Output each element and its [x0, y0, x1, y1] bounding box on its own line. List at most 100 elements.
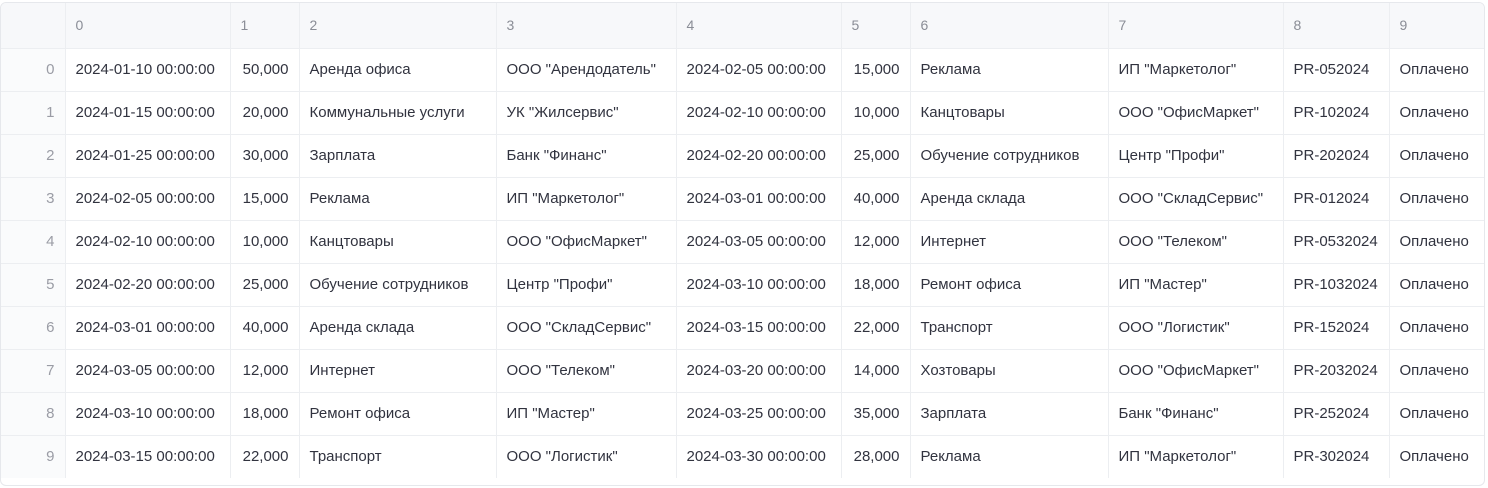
table-cell[interactable]: ООО "Арендодатель": [496, 48, 677, 92]
table-cell[interactable]: 12,000: [230, 349, 300, 393]
table-cell[interactable]: Канцтовары: [299, 220, 497, 264]
table-cell[interactable]: Оплачено: [1389, 220, 1484, 264]
table-cell[interactable]: ИП "Маркетолог": [1108, 48, 1284, 92]
table-cell[interactable]: 10,000: [230, 220, 300, 264]
table-cell[interactable]: PR-252024: [1283, 392, 1390, 436]
table-cell[interactable]: Аренда офиса: [299, 48, 497, 92]
table-cell[interactable]: 25,000: [841, 134, 911, 178]
table-cell[interactable]: 10,000: [841, 91, 911, 135]
table-cell[interactable]: Оплачено: [1389, 134, 1484, 178]
table-cell[interactable]: PR-1032024: [1283, 263, 1390, 307]
table-cell[interactable]: 2024-03-25 00:00:00: [676, 392, 842, 436]
table-cell[interactable]: 2024-03-10 00:00:00: [65, 392, 231, 436]
table-cell[interactable]: ООО "СкладСервис": [496, 306, 677, 350]
table-cell[interactable]: ООО "Телеком": [1108, 220, 1284, 264]
table-cell[interactable]: 2024-03-05 00:00:00: [65, 349, 231, 393]
table-cell[interactable]: 2024-02-05 00:00:00: [676, 48, 842, 92]
table-cell[interactable]: ИП "Маркетолог": [1108, 435, 1284, 478]
table-cell[interactable]: Интернет: [299, 349, 497, 393]
table-cell[interactable]: 40,000: [230, 306, 300, 350]
table-cell[interactable]: ИП "Мастер": [496, 392, 677, 436]
table-cell[interactable]: 18,000: [230, 392, 300, 436]
table-cell[interactable]: Оплачено: [1389, 306, 1484, 350]
table-cell[interactable]: 2024-02-10 00:00:00: [676, 91, 842, 135]
table-cell[interactable]: Оплачено: [1389, 177, 1484, 221]
table-cell[interactable]: 22,000: [841, 306, 911, 350]
table-cell[interactable]: PR-0532024: [1283, 220, 1390, 264]
column-header[interactable]: 1: [230, 3, 300, 49]
table-cell[interactable]: Реклама: [910, 435, 1109, 478]
table-cell[interactable]: 2024-02-20 00:00:00: [65, 263, 231, 307]
table-cell[interactable]: Транспорт: [910, 306, 1109, 350]
table-cell[interactable]: Банк "Финанс": [496, 134, 677, 178]
table-cell[interactable]: 15,000: [230, 177, 300, 221]
table-cell[interactable]: PR-202024: [1283, 134, 1390, 178]
table-cell[interactable]: 2024-02-10 00:00:00: [65, 220, 231, 264]
dataframe-grid[interactable]: 0 1 2 3 4 5 6 7 8 9 0 2024-01-10 00:00:00…: [0, 2, 1485, 486]
table-cell[interactable]: 2024-03-15 00:00:00: [676, 306, 842, 350]
table-cell[interactable]: 2024-02-20 00:00:00: [676, 134, 842, 178]
table-cell[interactable]: Коммунальные услуги: [299, 91, 497, 135]
table-cell[interactable]: Центр "Профи": [496, 263, 677, 307]
table-cell[interactable]: ООО "Телеком": [496, 349, 677, 393]
table-cell[interactable]: PR-2032024: [1283, 349, 1390, 393]
table-cell[interactable]: 35,000: [841, 392, 911, 436]
table-cell[interactable]: 14,000: [841, 349, 911, 393]
table-cell[interactable]: ООО "СкладСервис": [1108, 177, 1284, 221]
table-cell[interactable]: 2024-03-20 00:00:00: [676, 349, 842, 393]
table-cell[interactable]: Реклама: [299, 177, 497, 221]
column-header[interactable]: 3: [496, 3, 677, 49]
table-cell[interactable]: ИП "Мастер": [1108, 263, 1284, 307]
table-cell[interactable]: 40,000: [841, 177, 911, 221]
table-cell[interactable]: ИП "Маркетолог": [496, 177, 677, 221]
column-header[interactable]: 9: [1389, 3, 1484, 49]
table-cell[interactable]: Оплачено: [1389, 91, 1484, 135]
table-cell[interactable]: 2024-03-10 00:00:00: [676, 263, 842, 307]
table-cell[interactable]: Транспорт: [299, 435, 497, 478]
table-cell[interactable]: 50,000: [230, 48, 300, 92]
table-cell[interactable]: 28,000: [841, 435, 911, 478]
table-cell[interactable]: Ремонт офиса: [910, 263, 1109, 307]
table-cell[interactable]: ООО "Логистик": [1108, 306, 1284, 350]
table-cell[interactable]: Ремонт офиса: [299, 392, 497, 436]
column-header[interactable]: 0: [65, 3, 231, 49]
table-cell[interactable]: 15,000: [841, 48, 911, 92]
table-cell[interactable]: 2024-03-15 00:00:00: [65, 435, 231, 478]
table-cell[interactable]: 2024-01-25 00:00:00: [65, 134, 231, 178]
table-cell[interactable]: Аренда склада: [910, 177, 1109, 221]
table-cell[interactable]: PR-152024: [1283, 306, 1390, 350]
table-cell[interactable]: Аренда склада: [299, 306, 497, 350]
table-cell[interactable]: PR-052024: [1283, 48, 1390, 92]
table-cell[interactable]: Оплачено: [1389, 392, 1484, 436]
table-cell[interactable]: Канцтовары: [910, 91, 1109, 135]
table-cell[interactable]: УК "Жилсервис": [496, 91, 677, 135]
table-cell[interactable]: Банк "Финанс": [1108, 392, 1284, 436]
column-header[interactable]: 4: [676, 3, 842, 49]
table-cell[interactable]: Зарплата: [299, 134, 497, 178]
table-cell[interactable]: Оплачено: [1389, 435, 1484, 478]
table-cell[interactable]: ООО "Логистик": [496, 435, 677, 478]
column-header[interactable]: 8: [1283, 3, 1390, 49]
table-cell[interactable]: 2024-01-15 00:00:00: [65, 91, 231, 135]
table-cell[interactable]: Хозтовары: [910, 349, 1109, 393]
column-header[interactable]: 6: [910, 3, 1109, 49]
table-cell[interactable]: 2024-03-05 00:00:00: [676, 220, 842, 264]
table-cell[interactable]: Оплачено: [1389, 349, 1484, 393]
table-cell[interactable]: 18,000: [841, 263, 911, 307]
table-cell[interactable]: 20,000: [230, 91, 300, 135]
table-cell[interactable]: 12,000: [841, 220, 911, 264]
table-cell[interactable]: Реклама: [910, 48, 1109, 92]
table-cell[interactable]: ООО "ОфисМаркет": [1108, 91, 1284, 135]
column-header[interactable]: 5: [841, 3, 911, 49]
table-cell[interactable]: 2024-03-01 00:00:00: [65, 306, 231, 350]
table-cell[interactable]: 30,000: [230, 134, 300, 178]
table-cell[interactable]: PR-302024: [1283, 435, 1390, 478]
table-cell[interactable]: 2024-03-30 00:00:00: [676, 435, 842, 478]
table-cell[interactable]: 2024-01-10 00:00:00: [65, 48, 231, 92]
table-cell[interactable]: ООО "ОфисМаркет": [496, 220, 677, 264]
table-cell[interactable]: Оплачено: [1389, 48, 1484, 92]
column-header[interactable]: 2: [299, 3, 497, 49]
table-cell[interactable]: PR-012024: [1283, 177, 1390, 221]
table-cell[interactable]: 22,000: [230, 435, 300, 478]
column-header[interactable]: 7: [1108, 3, 1284, 49]
